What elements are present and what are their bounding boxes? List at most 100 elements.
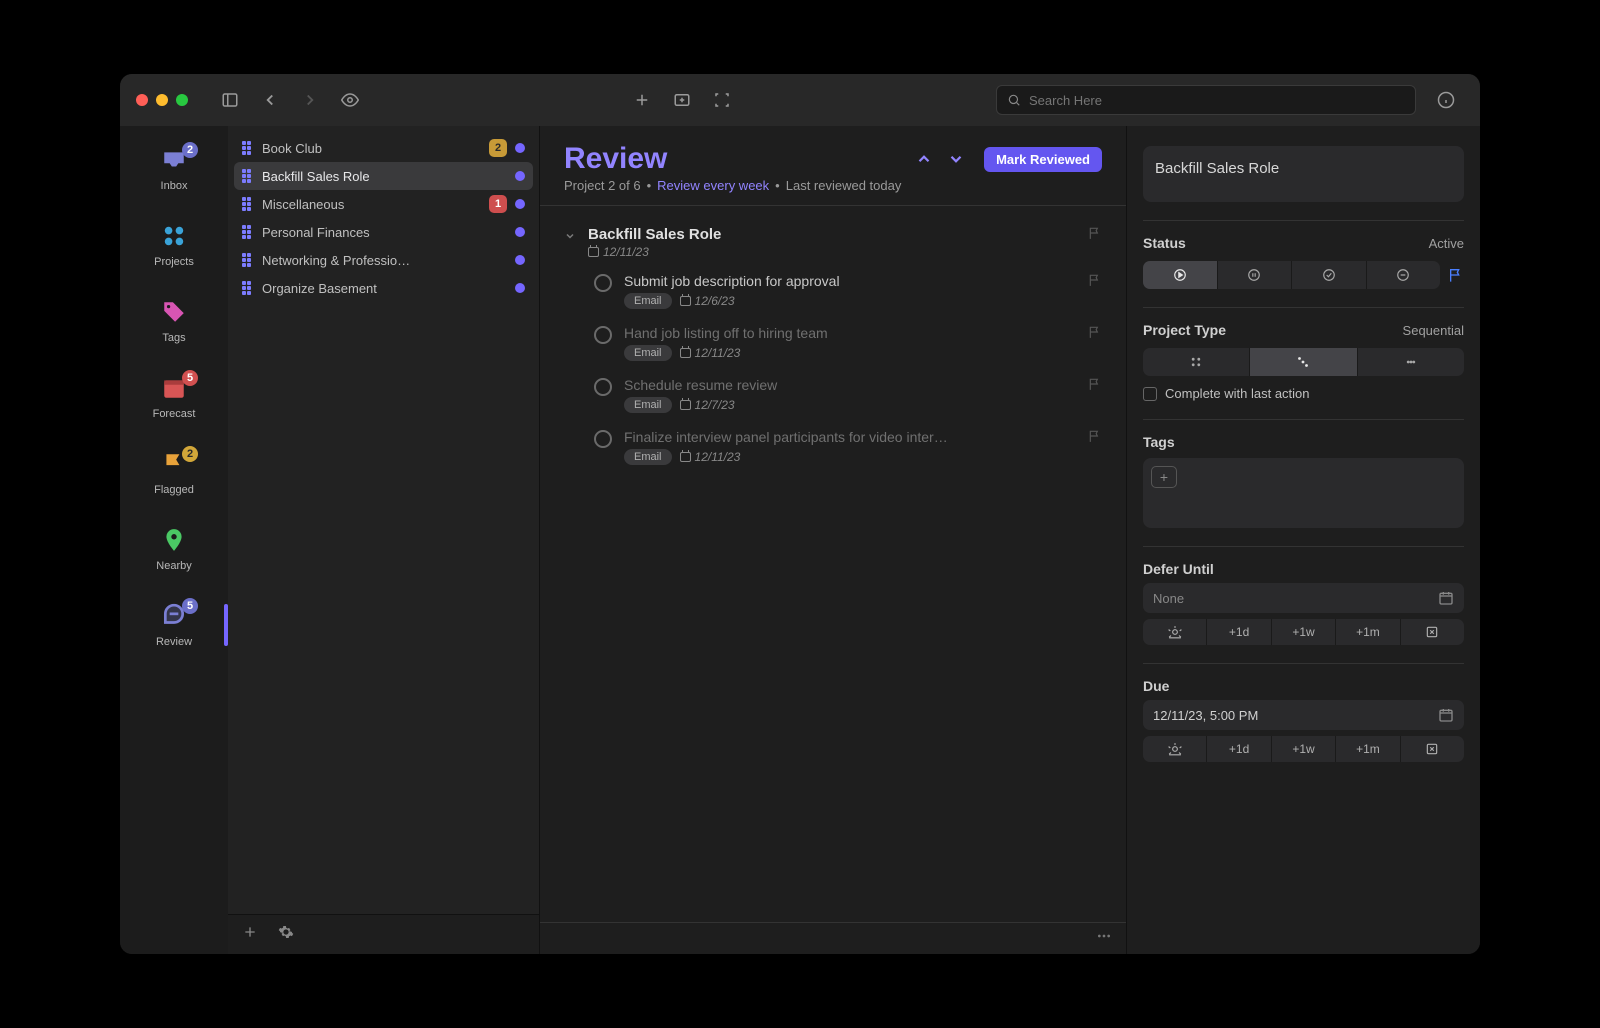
- project-item[interactable]: Personal Finances: [234, 218, 533, 246]
- add-inbox-icon[interactable]: [664, 84, 700, 116]
- next-review-icon[interactable]: [942, 146, 970, 172]
- task-tag[interactable]: Email: [624, 449, 672, 465]
- task-checkbox[interactable]: [594, 378, 612, 396]
- flag-icon[interactable]: [1088, 273, 1102, 292]
- prev-review-icon[interactable]: [910, 146, 938, 172]
- review-dot-icon: [515, 143, 525, 153]
- sidebar-toggle-icon[interactable]: [212, 84, 248, 116]
- task-tag[interactable]: Email: [624, 345, 672, 361]
- info-icon[interactable]: [1428, 84, 1464, 116]
- flag-icon[interactable]: [1088, 377, 1102, 396]
- task-tag[interactable]: Email: [624, 397, 672, 413]
- review-interval-link[interactable]: Review every week: [657, 178, 769, 193]
- window-controls: [136, 94, 188, 106]
- rail-tags[interactable]: Tags: [120, 292, 228, 350]
- review-dot-icon: [515, 227, 525, 237]
- zoom-button[interactable]: [176, 94, 188, 106]
- rail-nearby[interactable]: Nearby: [120, 520, 228, 578]
- flag-icon[interactable]: [1088, 429, 1102, 448]
- task-row[interactable]: Finalize interview panel participants fo…: [550, 421, 1116, 473]
- rail-inbox[interactable]: 2Inbox: [120, 140, 228, 198]
- review-dot-icon: [515, 255, 525, 265]
- close-button[interactable]: [136, 94, 148, 106]
- search-input[interactable]: [996, 85, 1416, 115]
- inspector: Backfill Sales Role Status Active: [1126, 126, 1480, 954]
- rail-label: Flagged: [154, 484, 194, 496]
- count-badge: 2: [489, 139, 507, 157]
- task-checkbox[interactable]: [594, 430, 612, 448]
- task-title: Hand job listing off to hiring team: [624, 325, 1068, 341]
- defer-today-button[interactable]: [1143, 619, 1206, 645]
- task-outline: Backfill Sales Role 12/11/23 Submit job …: [540, 206, 1126, 922]
- project-item[interactable]: Miscellaneous1: [234, 190, 533, 218]
- rail-flagged[interactable]: 2Flagged: [120, 444, 228, 502]
- defer-1w-button[interactable]: +1w: [1271, 619, 1335, 645]
- due-1w-button[interactable]: +1w: [1271, 736, 1335, 762]
- rail-projects[interactable]: Projects: [120, 216, 228, 274]
- drag-handle-icon: [242, 197, 254, 211]
- task-row[interactable]: Hand job listing off to hiring team Emai…: [550, 317, 1116, 369]
- inspector-title-field[interactable]: Backfill Sales Role: [1143, 146, 1464, 202]
- due-clear-button[interactable]: [1400, 736, 1464, 762]
- rail-forecast[interactable]: 5Forecast: [120, 368, 228, 426]
- back-button[interactable]: [252, 84, 288, 116]
- flag-icon[interactable]: [1088, 226, 1102, 245]
- minimize-button[interactable]: [156, 94, 168, 106]
- task-checkbox[interactable]: [594, 274, 612, 292]
- project-list: Book Club 2 Backfill Sales Role Miscellaneo…: [228, 126, 540, 954]
- project-item[interactable]: Networking & Professio…: [234, 246, 533, 274]
- task-checkbox[interactable]: [594, 326, 612, 344]
- disclosure-icon[interactable]: [564, 229, 578, 247]
- project-item[interactable]: Book Club 2: [234, 134, 533, 162]
- project-title: Backfill Sales Role: [262, 169, 507, 184]
- flag-toggle-icon[interactable]: [1448, 267, 1464, 283]
- calendar-icon[interactable]: [1438, 590, 1454, 606]
- complete-with-last-checkbox[interactable]: Complete with last action: [1143, 386, 1464, 401]
- nearby-icon: [160, 526, 188, 554]
- drag-handle-icon: [242, 281, 254, 295]
- due-today-button[interactable]: [1143, 736, 1206, 762]
- calendar-icon: [680, 400, 691, 410]
- task-title: Finalize interview panel participants fo…: [624, 429, 1068, 445]
- task-row[interactable]: Submit job description for approval Emai…: [550, 265, 1116, 317]
- drag-handle-icon: [242, 141, 254, 155]
- inbox-icon: 2: [160, 146, 188, 174]
- tags-field[interactable]: +: [1143, 458, 1464, 528]
- defer-clear-button[interactable]: [1400, 619, 1464, 645]
- status-active-button[interactable]: [1143, 261, 1217, 289]
- add-tag-icon[interactable]: +: [1151, 466, 1177, 488]
- mark-reviewed-button[interactable]: Mark Reviewed: [984, 147, 1102, 172]
- project-item[interactable]: Organize Basement: [234, 274, 533, 302]
- defer-1m-button[interactable]: +1m: [1335, 619, 1399, 645]
- review-icon: 5: [160, 602, 188, 630]
- rail-label: Nearby: [156, 560, 191, 572]
- due-1m-button[interactable]: +1m: [1335, 736, 1399, 762]
- forward-button[interactable]: [292, 84, 328, 116]
- eye-icon[interactable]: [332, 84, 368, 116]
- settings-icon[interactable]: [278, 924, 294, 945]
- flag-icon[interactable]: [1088, 325, 1102, 344]
- project-item[interactable]: Backfill Sales Role: [234, 162, 533, 190]
- status-completed-button[interactable]: [1291, 261, 1366, 289]
- more-icon[interactable]: [1096, 928, 1112, 949]
- add-icon[interactable]: [624, 84, 660, 116]
- defer-1d-button[interactable]: +1d: [1206, 619, 1270, 645]
- rail-label: Forecast: [153, 408, 196, 420]
- quick-entry-icon[interactable]: [704, 84, 740, 116]
- rail-review[interactable]: 5Review: [120, 596, 228, 654]
- status-onhold-button[interactable]: [1217, 261, 1292, 289]
- project-title: Book Club: [262, 141, 481, 156]
- calendar-icon: [680, 348, 691, 358]
- type-parallel-button[interactable]: [1143, 348, 1249, 376]
- task-tag[interactable]: Email: [624, 293, 672, 309]
- task-row[interactable]: Schedule resume review Email 12/7/23: [550, 369, 1116, 421]
- project-header-row[interactable]: Backfill Sales Role 12/11/23: [550, 220, 1116, 265]
- type-sequential-button[interactable]: [1249, 348, 1356, 376]
- due-1d-button[interactable]: +1d: [1206, 736, 1270, 762]
- status-dropped-button[interactable]: [1366, 261, 1441, 289]
- due-date-field[interactable]: 12/11/23, 5:00 PM: [1143, 700, 1464, 730]
- defer-date-field[interactable]: None: [1143, 583, 1464, 613]
- type-single-button[interactable]: [1357, 348, 1464, 376]
- calendar-icon[interactable]: [1438, 707, 1454, 723]
- add-project-icon[interactable]: [242, 924, 258, 945]
